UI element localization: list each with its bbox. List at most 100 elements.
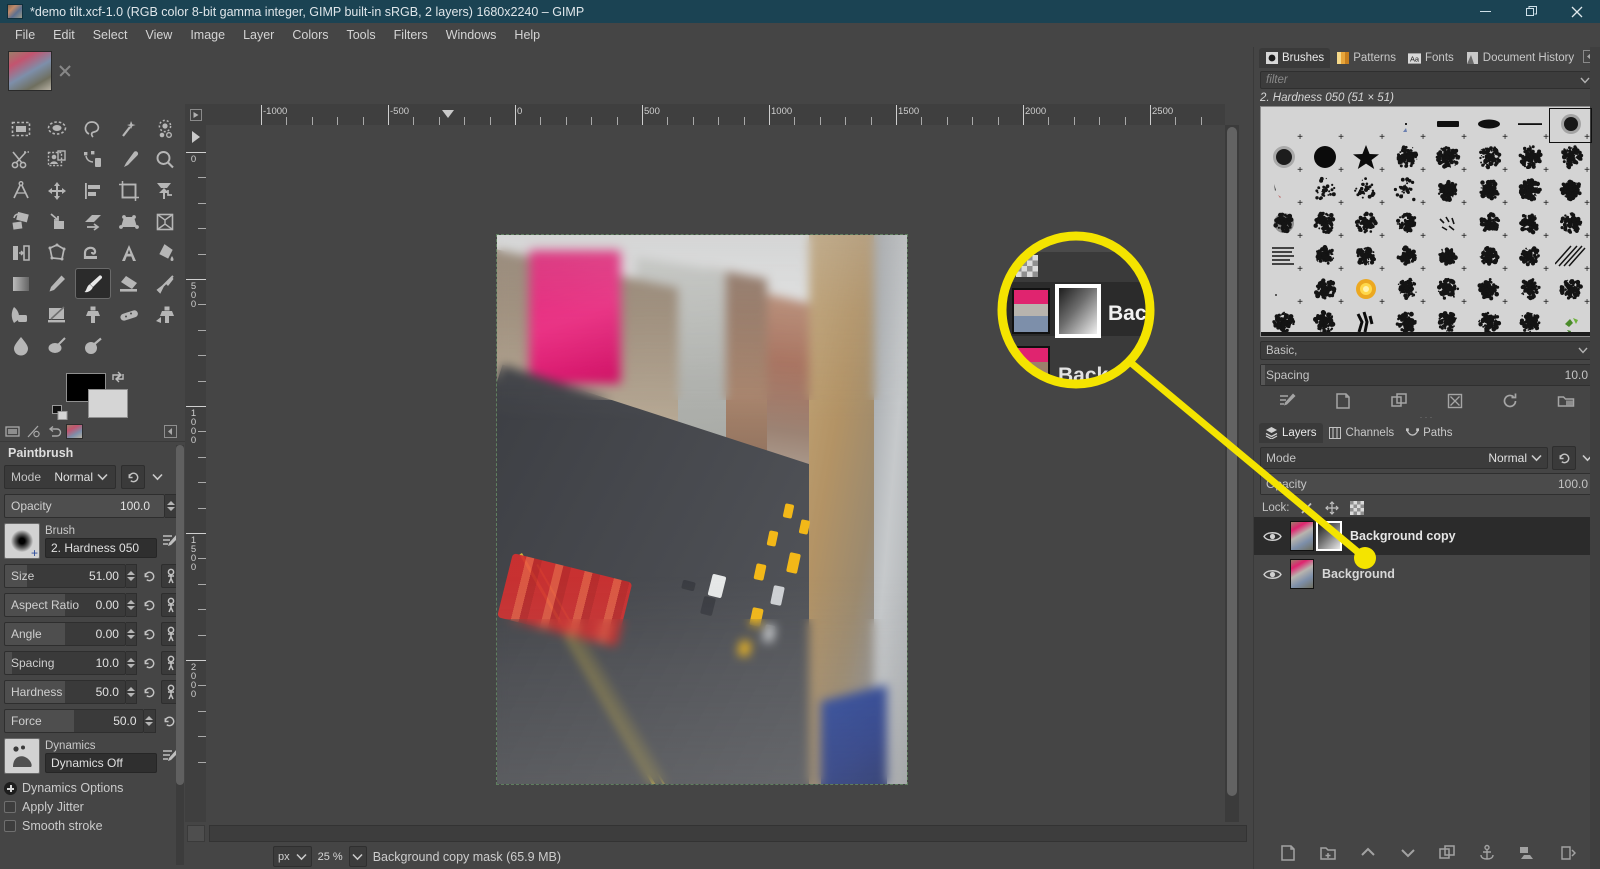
menu-edit[interactable]: Edit xyxy=(44,25,84,45)
dynamics-options-expander[interactable]: Dynamics Options xyxy=(4,781,181,795)
ruler-origin-button[interactable] xyxy=(185,104,206,125)
airbrush-tool[interactable] xyxy=(147,268,183,299)
smooth-stroke-row[interactable]: Smooth stroke xyxy=(4,819,181,833)
vertical-ruler[interactable]: 0 500 1000 1500 2000 xyxy=(185,125,206,822)
layer-thumbnails[interactable] xyxy=(1290,521,1342,551)
unified-transform-tool[interactable] xyxy=(147,175,183,206)
apply-jitter-row[interactable]: Apply Jitter xyxy=(4,800,181,814)
brush-cell[interactable]: + xyxy=(1263,142,1304,176)
edit-brush-icon[interactable] xyxy=(1278,392,1298,410)
aspect-ratio-stepper[interactable] xyxy=(125,593,137,617)
brush-cell[interactable]: + xyxy=(1304,241,1345,275)
pencil-tool[interactable] xyxy=(39,268,75,299)
brush-cell[interactable]: + xyxy=(1304,208,1345,242)
rotate-tool[interactable] xyxy=(3,206,39,237)
3d-transform-tool[interactable] xyxy=(147,206,183,237)
paintbrush-tool[interactable] xyxy=(75,268,111,299)
merge-layer-icon[interactable] xyxy=(1517,843,1537,863)
brush-cell[interactable]: + xyxy=(1386,241,1427,275)
ellipse-select-tool[interactable] xyxy=(39,113,75,144)
flip-tool[interactable] xyxy=(3,237,39,268)
brush-cell[interactable]: + xyxy=(1345,142,1386,176)
layer-mode-reset-button[interactable] xyxy=(1552,446,1576,470)
hardness-stepper[interactable] xyxy=(125,680,137,704)
menu-help[interactable]: Help xyxy=(505,25,549,45)
layer-opacity-slider[interactable]: Opacity 100.0 xyxy=(1260,473,1594,495)
rect-select-tool[interactable] xyxy=(3,113,39,144)
dynamics-preview[interactable] xyxy=(4,738,40,774)
text-tool[interactable] xyxy=(111,237,147,268)
dock-separator-grip[interactable]: ··· xyxy=(1254,413,1600,422)
lock-alpha-icon[interactable] xyxy=(1350,500,1365,515)
layer-row-background[interactable]: Background xyxy=(1254,555,1600,593)
brush-name-value[interactable]: 2. Hardness 050 xyxy=(45,537,157,558)
warp-transform-tool[interactable] xyxy=(75,237,111,268)
brush-cell[interactable]: + xyxy=(1345,208,1386,242)
brush-cell[interactable]: + xyxy=(1427,241,1468,275)
chevron-down-icon[interactable] xyxy=(1578,345,1588,357)
gradient-tool[interactable] xyxy=(3,268,39,299)
scale-tool[interactable] xyxy=(39,206,75,237)
ink-tool[interactable] xyxy=(3,299,39,330)
mode-reset-button[interactable] xyxy=(121,465,145,489)
brush-cell[interactable]: + xyxy=(1549,108,1592,143)
layer-mode-dropdown[interactable]: Mode Normal xyxy=(1260,447,1548,469)
raise-layer-icon[interactable] xyxy=(1358,843,1378,863)
blur-sharpen-tool[interactable] xyxy=(3,330,39,361)
angle-reset-button[interactable] xyxy=(140,622,159,646)
toolbox-config-icon[interactable] xyxy=(161,423,180,440)
brush-cell[interactable]: + xyxy=(1263,175,1304,209)
brush-cell[interactable]: + xyxy=(1509,142,1550,176)
brush-cell[interactable]: + xyxy=(1263,208,1304,242)
new-brush-icon[interactable] xyxy=(1333,392,1353,410)
perspective-clone-tool[interactable] xyxy=(147,299,183,330)
zoom-dropdown[interactable] xyxy=(348,846,367,867)
smooth-stroke-checkbox[interactable] xyxy=(4,820,16,832)
delete-brush-icon[interactable] xyxy=(1445,392,1465,410)
menu-image[interactable]: Image xyxy=(181,25,234,45)
crop-tool[interactable] xyxy=(111,175,147,206)
tool-options-scrollbar[interactable] xyxy=(176,445,184,865)
open-brush-icon[interactable] xyxy=(1556,392,1576,410)
active-image-thumbnail[interactable] xyxy=(66,424,83,439)
tab-brushes[interactable]: Brushes xyxy=(1259,48,1331,68)
brush-cell[interactable]: + xyxy=(1468,109,1509,143)
brush-cell[interactable]: + xyxy=(1509,274,1550,308)
refresh-brushes-icon[interactable] xyxy=(1500,392,1520,410)
tab-patterns[interactable]: Patterns xyxy=(1330,48,1402,68)
tab-channels[interactable]: Channels xyxy=(1323,423,1401,443)
select-by-color-tool[interactable] xyxy=(147,113,183,144)
duplicate-layer-icon[interactable] xyxy=(1437,843,1457,863)
layer-thumbnails[interactable] xyxy=(1290,559,1314,589)
size-slider[interactable]: Size 51.00 xyxy=(4,564,126,588)
brush-cell[interactable]: + xyxy=(1345,241,1386,275)
tab-paths[interactable]: Paths xyxy=(1400,423,1458,443)
menu-layer[interactable]: Layer xyxy=(234,25,283,45)
brush-cell[interactable]: + xyxy=(1345,274,1386,308)
brush-cell[interactable]: + xyxy=(1386,208,1427,242)
aspect-ratio-slider[interactable]: Aspect Ratio 0.00 xyxy=(4,593,126,617)
brush-cell[interactable]: + xyxy=(1509,241,1550,275)
brush-cell[interactable]: + xyxy=(1468,142,1509,176)
brush-cell[interactable]: + xyxy=(1386,274,1427,308)
brush-cell[interactable]: + xyxy=(1263,274,1304,308)
eraser-tool[interactable] xyxy=(111,268,147,299)
force-slider[interactable]: Force 50.0 xyxy=(4,709,144,733)
aspect-ratio-reset-button[interactable] xyxy=(140,593,159,617)
brush-cell[interactable]: + xyxy=(1304,109,1345,143)
brush-cell[interactable]: + xyxy=(1427,142,1468,176)
unit-dropdown[interactable]: px xyxy=(273,846,312,867)
menu-view[interactable]: View xyxy=(136,25,181,45)
spacing-slider[interactable]: Spacing 10.0 xyxy=(4,651,126,675)
background-color-swatch[interactable] xyxy=(88,389,128,418)
close-button[interactable] xyxy=(1554,0,1600,23)
menu-file[interactable]: File xyxy=(6,25,44,45)
minimize-button[interactable] xyxy=(1462,0,1508,23)
brush-cell[interactable]: + xyxy=(1468,241,1509,275)
reset-colors-icon[interactable] xyxy=(52,405,69,422)
tab-fonts[interactable]: Aa Fonts xyxy=(1402,48,1460,68)
brush-cell[interactable]: + xyxy=(1263,241,1304,275)
dock-scrollbar[interactable] xyxy=(1590,47,1600,869)
brush-cell[interactable]: + xyxy=(1550,241,1591,275)
angle-stepper[interactable] xyxy=(125,622,137,646)
